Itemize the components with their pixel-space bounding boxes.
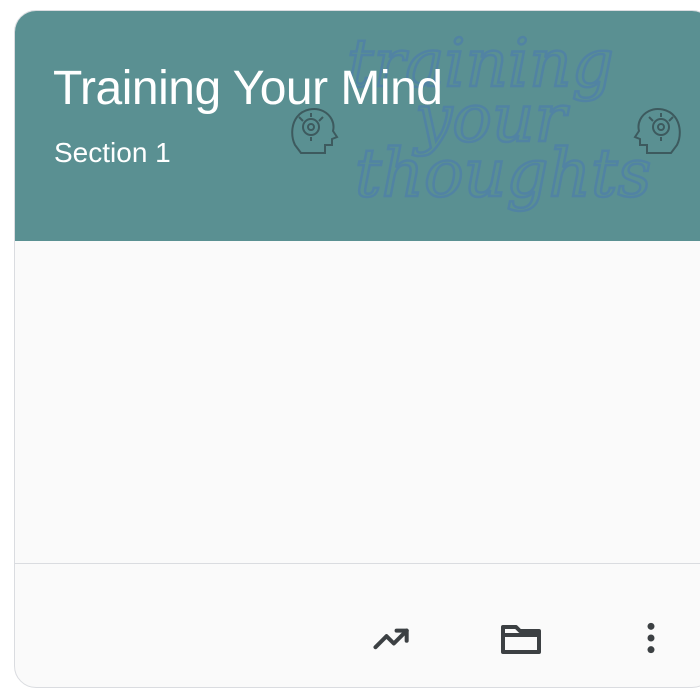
trending-up-icon — [373, 628, 409, 650]
banner-text-line-3: thoughts — [355, 135, 651, 212]
course-section: Section 1 — [54, 137, 171, 168]
course-title[interactable]: Training Your Mind — [53, 61, 443, 116]
more-options-button[interactable] — [621, 608, 681, 668]
folder-button[interactable] — [491, 608, 551, 668]
trending-up-button[interactable] — [362, 608, 422, 668]
card-footer — [15, 564, 700, 687]
course-card: training your thoughts Training Your Min… — [14, 10, 700, 688]
more-vert-icon — [647, 622, 655, 654]
card-body — [15, 241, 700, 563]
card-header[interactable]: training your thoughts Training Your Min… — [15, 11, 700, 241]
folder-icon — [501, 625, 541, 654]
